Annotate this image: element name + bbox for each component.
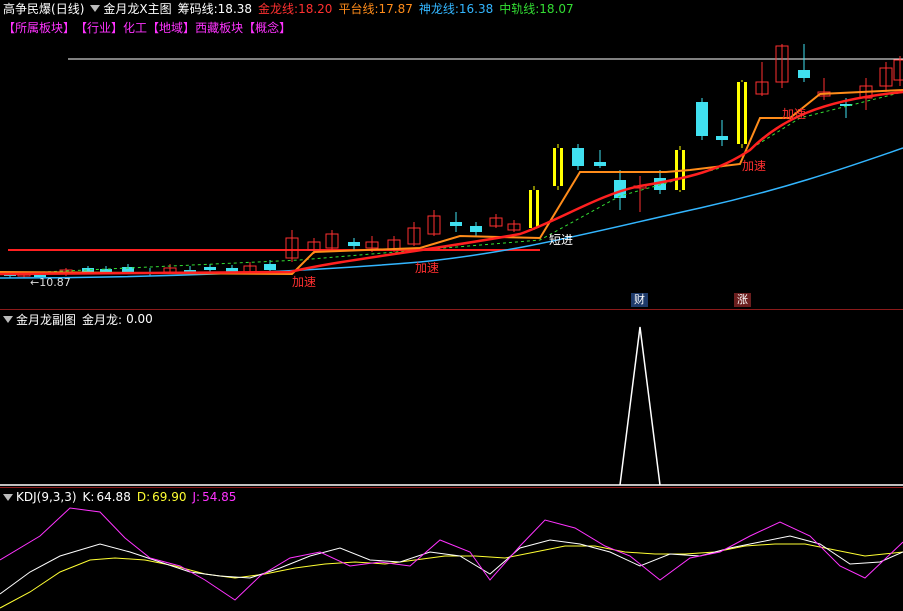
kdj-j-label: J: [192, 490, 201, 504]
sub-dropdown-icon[interactable] [3, 315, 13, 323]
candle-gold-core [740, 82, 744, 144]
candle-down [264, 264, 276, 270]
sub-chart-title[interactable]: 金月龙副图 [16, 311, 76, 328]
sub-chart-header: 金月龙副图 金月龙: 0.00 [3, 311, 153, 327]
kdj-dropdown-icon[interactable] [3, 493, 13, 501]
candle-down [204, 267, 216, 270]
kdj-d-label: D: [136, 490, 151, 504]
sub-spike [619, 326, 661, 486]
kdj-k-value: 64.88 [96, 490, 131, 504]
annotation-accelerate-2: 加速 [415, 261, 440, 275]
annotation-accelerate-3: 加速 [742, 159, 767, 173]
kdj-j-line [0, 507, 903, 601]
candle-down [696, 102, 708, 136]
sub-chart-value: 0.00 [126, 312, 153, 326]
candle-down [594, 162, 606, 166]
candle-down [470, 226, 482, 232]
pane-divider-2[interactable] [0, 487, 903, 488]
kdj-title[interactable]: KDJ(9,3,3) [16, 490, 77, 504]
candle-down [716, 136, 728, 140]
low-price-label: ←10.87 [30, 276, 71, 289]
kdj-d-line [0, 543, 903, 609]
candle-down [572, 148, 584, 166]
candle-down [348, 242, 360, 246]
dragon-line [0, 147, 903, 279]
kdj-k-line [0, 535, 903, 595]
kdj-header: KDJ(9,3,3) K: 64.88 D: 69.90 J: 54.85 [3, 489, 236, 505]
middle-line [0, 91, 903, 275]
sub-chart-label: 金月龙: [82, 312, 123, 327]
pane-divider-1[interactable] [0, 309, 903, 310]
kdj-j-value: 54.85 [202, 490, 237, 504]
gold-line [0, 90, 903, 276]
candle-down [798, 70, 810, 78]
badge-finance[interactable]: 财 [631, 293, 648, 307]
kdj-k-label: K: [82, 490, 95, 504]
annotation-short-entry: 短进 [549, 233, 574, 247]
candle-down [450, 222, 462, 226]
kdj-d-value: 69.90 [152, 490, 187, 504]
annotation-accelerate-1: 加速 [292, 275, 317, 289]
annotation-accelerate-4: 加速 [782, 107, 807, 121]
candle-down [100, 269, 112, 272]
main-price-chart[interactable] [0, 0, 903, 310]
candle-gold-core [556, 148, 560, 186]
candle-up [893, 59, 903, 81]
badge-limit-up[interactable]: 涨 [734, 293, 751, 307]
candle-gold-core [532, 190, 536, 228]
